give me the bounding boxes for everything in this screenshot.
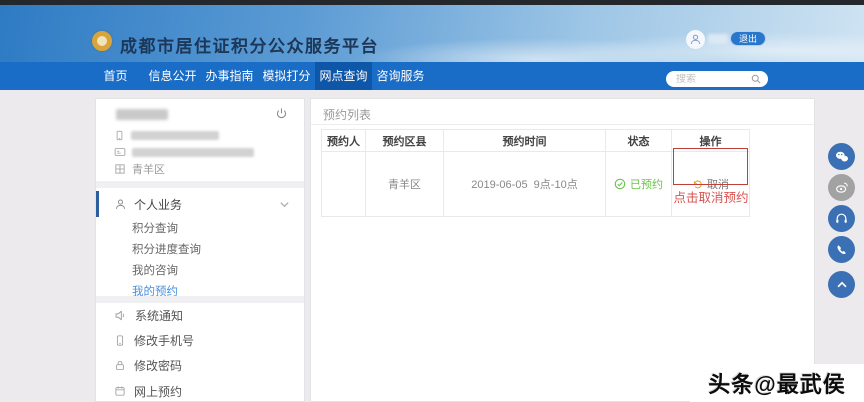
person-icon [114,198,127,211]
user-phone-row [114,129,219,142]
back-to-top-icon[interactable] [828,271,855,298]
sidebar-divider [96,181,304,188]
sidebar: 青羊区 个人业务 积分查询 积分进度查询 我的咨询 我的预约 系统通知 修改手机… [95,98,305,402]
search-input[interactable] [676,73,750,85]
sidebar-item-online-reservation[interactable]: 网上预约 [114,382,182,400]
panel-divider [311,124,814,125]
nav-tab-branch-query[interactable]: 网点查询 [315,62,372,90]
sidebar-item-points-query[interactable]: 积分查询 [132,219,282,240]
col-header-time: 预约时间 [443,129,606,152]
wechat-icon[interactable] [828,143,855,170]
cell-status: 已预约 [605,151,672,217]
calendar-icon [114,385,126,397]
nav-tab-simulated-scoring[interactable]: 模拟打分 [258,62,315,90]
logout-button[interactable]: 退出 [730,31,766,46]
group-label: 个人业务 [134,197,183,212]
reservation-panel: 预约列表 预约人 预约区县 预约时间 状态 操作 青羊区 2019-06-05 … [310,98,815,402]
sidebar-item-points-progress[interactable]: 积分进度查询 [132,240,282,261]
sidebar-divider-2 [96,296,304,303]
annotation-text: 点击取消预约 [673,191,749,205]
sidebar-item-system-notice[interactable]: 系统通知 [114,306,183,324]
tool-label: 修改密码 [134,358,183,373]
user-district-label: 青羊区 [132,164,165,176]
col-header-person: 预约人 [321,129,366,152]
check-circle-icon [614,178,626,190]
nav-search-box[interactable] [666,71,768,87]
user-district-row: 青羊区 [114,161,165,177]
panel-title: 预约列表 [323,108,372,122]
id-card-icon [114,146,126,158]
smartphone-icon [114,129,125,142]
active-group-indicator [96,191,99,217]
weibo-icon[interactable] [828,174,855,201]
sidebar-item-change-phone[interactable]: 修改手机号 [114,331,194,349]
user-id-row [114,146,254,158]
nav-tab-info-disclosure[interactable]: 信息公开 [144,62,201,90]
status-badge: 已预约 [630,179,663,191]
redacted-phone-number [131,131,219,140]
nav-tab-service-guide[interactable]: 办事指南 [201,62,258,90]
cell-time: 2019-06-05 9点-10点 [443,151,606,217]
lock-icon [114,359,126,372]
nav-tabs: 首页 信息公开 办事指南 模拟打分 网点查询 咨询服务 [87,62,429,90]
cell-district: 青羊区 [365,151,444,217]
watermark: 头条@最武侯 [690,364,864,402]
nav-tab-consulting[interactable]: 咨询服务 [372,62,429,90]
floating-toolbar [828,143,855,298]
power-logout-icon[interactable] [275,107,288,125]
col-header-district: 预约区县 [365,129,444,152]
redacted-header-username [708,34,728,44]
cell-person [321,151,366,217]
sidebar-item-my-consultation[interactable]: 我的咨询 [132,261,282,282]
tool-label: 网上预约 [134,384,183,399]
phone-icon[interactable] [828,236,855,263]
search-icon[interactable] [750,73,762,85]
user-avatar-icon[interactable] [686,30,705,49]
site-logo [92,31,112,51]
tool-label: 修改手机号 [134,333,195,348]
site-title: 成都市居住证积分公众服务平台 [120,37,379,56]
chevron-down-icon [279,199,290,210]
sidebar-item-change-password[interactable]: 修改密码 [114,356,182,374]
redacted-id-number [132,147,254,157]
tool-label: 系统通知 [135,308,184,323]
nav-tab-home[interactable]: 首页 [87,62,144,90]
redacted-user-name [116,109,168,120]
speaker-icon [114,309,127,322]
smartphone-icon [114,334,126,347]
col-header-status: 状态 [605,129,672,152]
annotation-highlight-rect [673,148,748,185]
district-grid-icon [114,163,126,175]
header-banner: 成都市居住证积分公众服务平台 退出 [0,5,864,62]
customer-service-icon[interactable] [828,205,855,232]
sidebar-group-personal-business[interactable]: 个人业务 [96,189,304,219]
